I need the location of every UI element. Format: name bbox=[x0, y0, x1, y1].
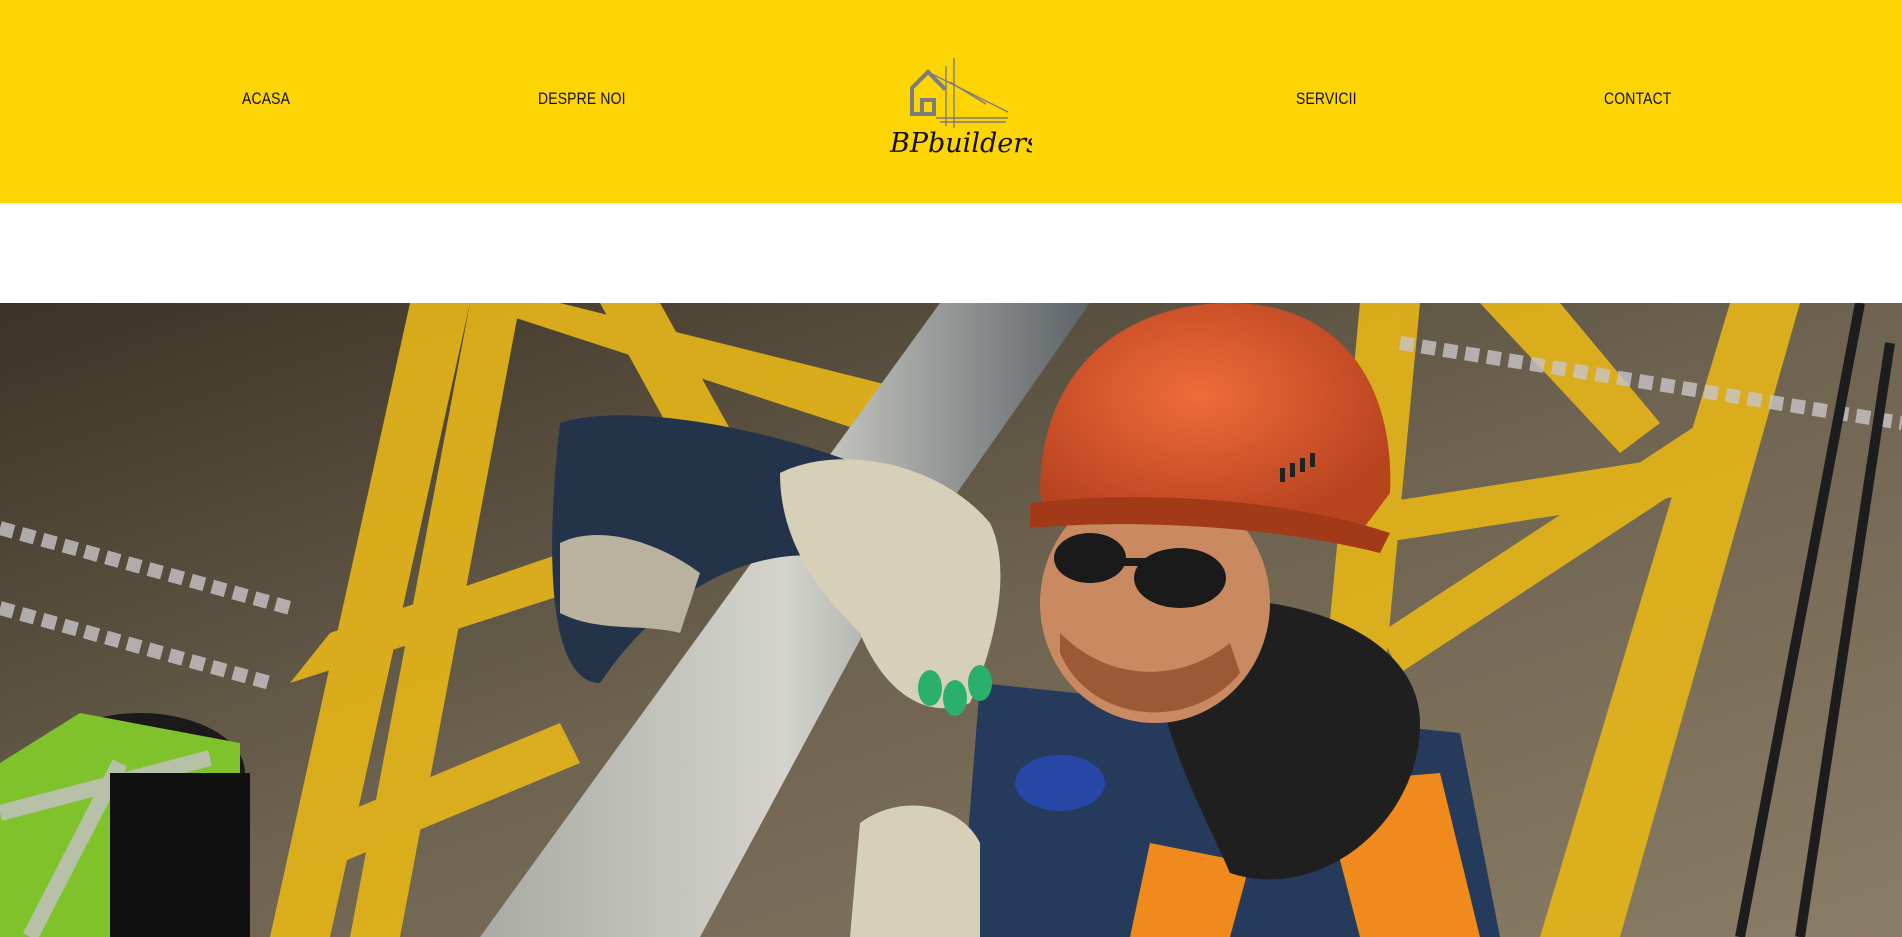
hero-image bbox=[0, 303, 1902, 937]
logo-wordmark: BPbuilders bbox=[889, 128, 1032, 158]
nav-link-servicii[interactable]: SERVICII bbox=[1296, 89, 1357, 109]
construction-worker-photo bbox=[0, 303, 1902, 937]
nav-link-acasa[interactable]: ACASA bbox=[242, 89, 290, 109]
site-logo[interactable]: BPbuilders bbox=[888, 54, 1040, 159]
nav-link-contact[interactable]: CONTACT bbox=[1604, 89, 1671, 109]
nav-link-despre-noi[interactable]: DESPRE NOI bbox=[538, 89, 626, 109]
house-blueprint-logo-icon: BPbuilders bbox=[889, 58, 1040, 159]
site-header: ACASA DESPRE NOI BPbuilders SERVICII CON… bbox=[0, 0, 1902, 203]
spacer bbox=[0, 203, 1902, 303]
